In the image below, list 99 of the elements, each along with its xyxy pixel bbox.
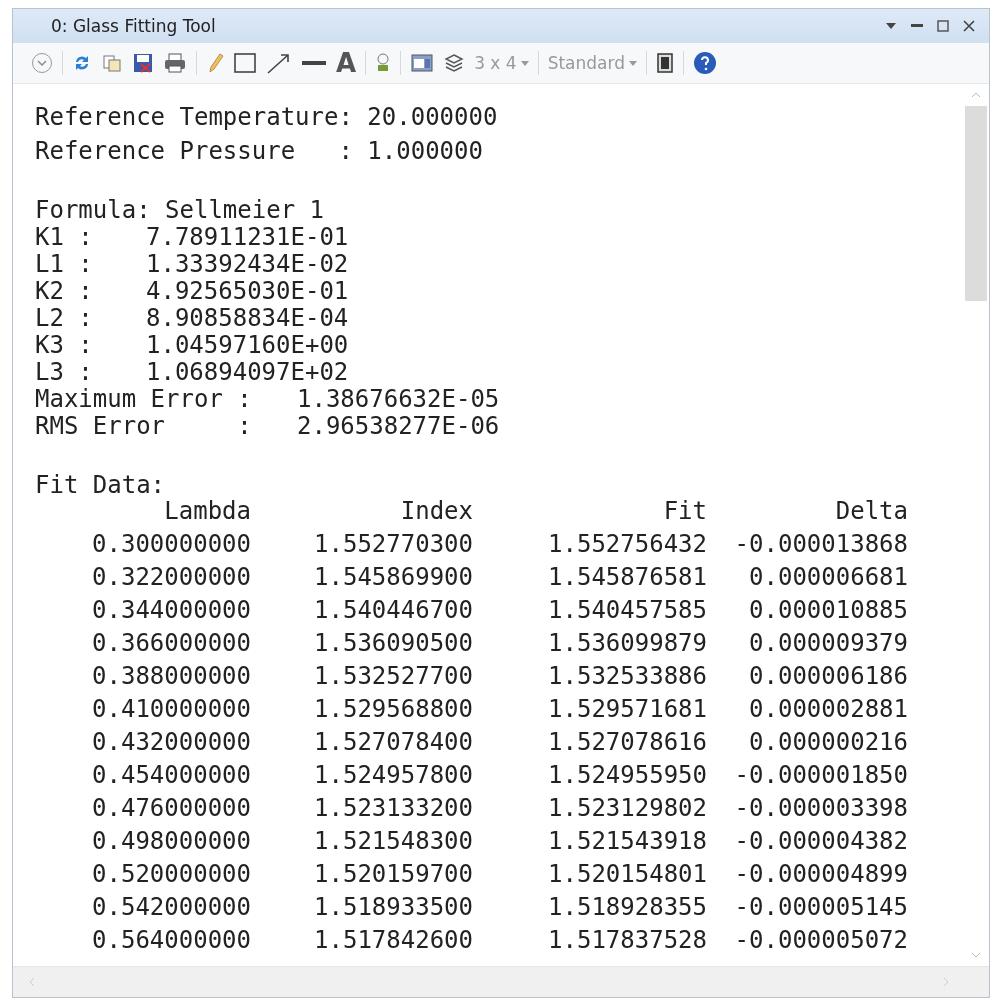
table-cell-text: 0.000010885	[748, 595, 908, 626]
table-cell-text: 0.542000000	[91, 892, 251, 923]
window-title: 0: Glass Fitting Tool	[51, 16, 216, 36]
error-value: 2.96538277E-06	[297, 413, 500, 440]
table-cell-text: 0.454000000	[91, 760, 251, 791]
table-cell-text: -0.000013868	[733, 529, 908, 560]
table-cell-text: 1.524955950	[547, 760, 707, 791]
table-cell-text: 1.536099879	[547, 628, 707, 659]
coefficient-label: L1 :	[35, 251, 94, 278]
coefficient-label: K1 :	[35, 224, 94, 251]
table-cell-text: 1.529568800	[313, 694, 473, 725]
coefficient-label: L2 :	[35, 305, 94, 332]
reference-line: Reference Pressure : 1.000000	[35, 138, 484, 165]
coefficient-value: 1.06894097E+02	[146, 359, 349, 386]
coefficient-value: 8.90858834E-04	[146, 305, 349, 332]
table-cell-text: 1.518928355	[547, 892, 707, 923]
formula-line: Formula: Sellmeier 1	[35, 197, 325, 224]
help-icon[interactable]	[692, 51, 717, 75]
caret-icon	[628, 60, 637, 66]
table-cell-text: -0.000004899	[733, 859, 908, 890]
table-cell-text: 1.523133200	[313, 793, 473, 824]
panel-icon[interactable]	[655, 52, 674, 74]
table-cell-text: 0.520000000	[91, 859, 251, 890]
reference-line: Reference Temperature: 20.000000	[35, 104, 499, 131]
text-tool[interactable]: A	[336, 50, 357, 76]
table-cell-text: 1.521548300	[313, 826, 473, 857]
coefficient-value: 7.78911231E-01	[146, 224, 349, 251]
window-icon[interactable]	[410, 52, 435, 74]
coefficient-label: K2 :	[35, 278, 94, 305]
table-cell-text: 0.000006681	[748, 562, 908, 593]
layers-icon[interactable]	[443, 52, 466, 74]
table-cell-text: -0.000004382	[733, 826, 908, 857]
coefficient-label: K3 :	[35, 332, 94, 359]
caret-icon	[520, 60, 529, 66]
table-cell-text: 1.527078616	[547, 727, 707, 758]
table-cell-text: 1.540457585	[547, 595, 707, 626]
table-cell-text: 1.521543918	[547, 826, 707, 857]
table-cell-text: 0.300000000	[91, 529, 251, 560]
table-cell-text: 1.517837528	[547, 925, 707, 956]
table-cell-text: 0.366000000	[91, 628, 251, 659]
table-cell-text: 0.410000000	[91, 694, 251, 725]
column-header: Index	[399, 496, 473, 527]
error-label: RMS Error :	[35, 413, 253, 440]
layout-dropdown[interactable]: 3 x 4	[474, 53, 517, 73]
table-cell-text: 1.524957800	[313, 760, 473, 791]
column-header: Fit	[662, 496, 707, 527]
table-cell-text: 1.529571681	[547, 694, 707, 725]
table-cell-text: 1.540446700	[313, 595, 473, 626]
table-cell-text: 1.532533886	[547, 661, 707, 692]
table-cell-text: 1.520154801	[547, 859, 707, 890]
table-cell-text: 1.520159700	[313, 859, 473, 890]
table-cell-text: -0.000005145	[733, 892, 908, 923]
table-cell-text: 0.322000000	[91, 562, 251, 593]
table-cell-text: 1.545876581	[547, 562, 707, 593]
save-icon[interactable]	[132, 52, 154, 74]
table-cell-text: 0.388000000	[91, 661, 251, 692]
minimize-icon[interactable]	[911, 24, 923, 28]
stamp-icon[interactable]	[375, 52, 392, 74]
coefficient-value: 4.92565030E-01	[146, 278, 349, 305]
close-icon[interactable]	[963, 20, 975, 32]
table-cell-text: -0.000005072	[733, 925, 908, 956]
table-cell-text: 1.518933500	[313, 892, 473, 923]
dropdown-icon[interactable]	[885, 22, 897, 30]
table-cell-text: 0.564000000	[91, 925, 251, 956]
error-label: Maximum Error :	[35, 386, 253, 413]
table-cell-text: 1.545869900	[313, 562, 473, 593]
coefficient-label: L3 :	[35, 359, 94, 386]
table-cell-text: 0.498000000	[91, 826, 251, 857]
arrow-icon[interactable]	[266, 52, 292, 74]
table-cell-text: -0.000001850	[733, 760, 908, 791]
table-cell-text: 1.532527700	[313, 661, 473, 692]
copy-icon[interactable]	[101, 52, 123, 74]
table-cell-text: 0.476000000	[91, 793, 251, 824]
table-cell-text: 1.527078400	[313, 727, 473, 758]
table-cell-text: 0.000002881	[748, 694, 908, 725]
printer-icon[interactable]	[163, 52, 187, 74]
table-cell-text: 1.536090500	[313, 628, 473, 659]
maximize-icon[interactable]	[937, 20, 949, 32]
scrollbar-thumb[interactable]	[965, 106, 987, 301]
rectangle-icon[interactable]	[233, 52, 257, 74]
table-cell-text: -0.000003398	[733, 793, 908, 824]
fit-data-heading: Fit Data:	[35, 472, 166, 499]
style-dropdown[interactable]: Standard	[547, 53, 625, 73]
table-cell-text: 1.552770300	[313, 529, 473, 560]
table-cell-text: 0.432000000	[91, 727, 251, 758]
table-cell-text: 1.552756432	[547, 529, 707, 560]
column-header: Lambda	[163, 496, 251, 527]
table-cell-text: 0.344000000	[91, 595, 251, 626]
table-cell-text: 0.000006186	[748, 661, 908, 692]
table-cell-text: 1.517842600	[313, 925, 473, 956]
coefficient-value: 1.33392434E-02	[146, 251, 349, 278]
error-value: 1.38676632E-05	[297, 386, 500, 413]
coefficient-value: 1.04597160E+00	[146, 332, 349, 359]
table-cell-text: 1.523129802	[547, 793, 707, 824]
column-header: Delta	[834, 496, 908, 527]
pencil-icon[interactable]	[206, 52, 224, 74]
table-cell-text: 0.000000216	[748, 727, 908, 758]
table-cell-text: 0.000009379	[748, 628, 908, 659]
chevron-circle-icon[interactable]	[31, 52, 53, 74]
